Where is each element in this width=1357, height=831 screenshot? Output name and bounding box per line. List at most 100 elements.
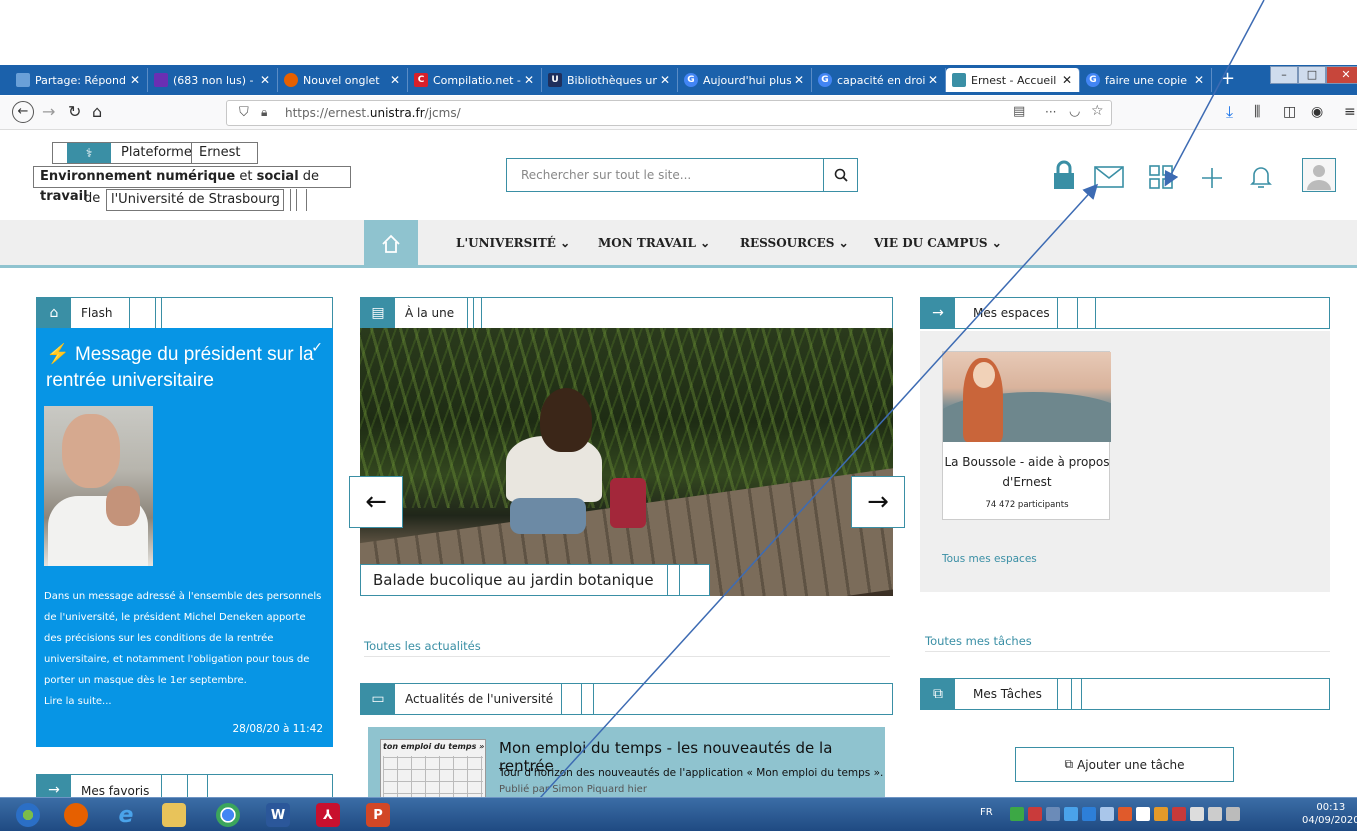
- bell-icon[interactable]: [1250, 164, 1272, 190]
- forward-icon[interactable]: →: [42, 102, 55, 121]
- powerpoint-icon: P: [366, 803, 390, 827]
- une-panel-header: ▤ À la une: [360, 297, 893, 329]
- tab-close-icon[interactable]: ✕: [1191, 73, 1207, 87]
- menu-icon[interactable]: ≡: [1344, 104, 1356, 120]
- avatar[interactable]: [1302, 158, 1336, 192]
- search-input[interactable]: Rechercher sur tout le site...: [521, 168, 691, 182]
- tray-icon[interactable]: [1154, 807, 1168, 821]
- tray-icon[interactable]: [1136, 807, 1150, 821]
- nav-universite[interactable]: L'UNIVERSITÉ ⌄: [456, 236, 570, 250]
- tab-favicon-icon: G: [818, 73, 832, 87]
- account-icon[interactable]: ◉: [1311, 104, 1323, 120]
- search-icon: [834, 168, 848, 182]
- sidebar-icon[interactable]: ◫: [1283, 104, 1296, 120]
- screenshot-root: Partage: Répond ✕ (683 non lus) - pt ✕ N…: [0, 0, 1357, 831]
- library-icon[interactable]: ⫼: [1254, 104, 1260, 120]
- tab-close-icon[interactable]: ✕: [257, 73, 273, 87]
- add-task-button[interactable]: ⧉ Ajouter une tâche: [1015, 747, 1234, 782]
- nav-vie-du-campus[interactable]: VIE DU CAMPUS ⌄: [874, 236, 1002, 250]
- carousel-next-button[interactable]: →: [851, 476, 905, 528]
- tab-close-icon[interactable]: ✕: [791, 73, 807, 87]
- browser-tab[interactable]: G faire une copie d ✕: [1080, 68, 1212, 92]
- reload-icon[interactable]: ↻: [68, 102, 81, 121]
- news-description: Tour d'horizon des nouveautés de l'appli…: [499, 767, 884, 779]
- search-button[interactable]: [823, 159, 857, 191]
- back-icon[interactable]: ←: [12, 101, 34, 123]
- taskbar-powerpoint[interactable]: P: [356, 801, 400, 829]
- taskbar-explorer[interactable]: [152, 801, 196, 829]
- taskbar-ie[interactable]: e: [104, 801, 148, 829]
- tray-icon[interactable]: [1118, 807, 1132, 821]
- taskbar-chrome[interactable]: [206, 801, 250, 829]
- browser-tab-active[interactable]: Ernest - Accueil - ✕: [946, 68, 1080, 92]
- language-indicator[interactable]: FR: [980, 807, 993, 818]
- nav-ressources[interactable]: RESSOURCES ⌄: [740, 236, 849, 250]
- space-card-participants: 74 472 participants: [985, 500, 1069, 510]
- plus-icon[interactable]: [1200, 166, 1224, 190]
- site-search[interactable]: Rechercher sur tout le site...: [506, 158, 858, 192]
- carousel-caption[interactable]: Balade bucolique au jardin botanique: [360, 564, 710, 596]
- all-news-link[interactable]: Toutes les actualités: [364, 639, 481, 653]
- tray-icon[interactable]: [1010, 807, 1024, 821]
- tab-close-icon[interactable]: ✕: [1059, 73, 1075, 87]
- tab-close-icon[interactable]: ✕: [127, 73, 143, 87]
- camera-icon: ⌂: [37, 298, 71, 328]
- tray-icon[interactable]: [1082, 807, 1096, 821]
- logo-platform[interactable]: ⚕ Plateforme Ernest: [52, 142, 258, 164]
- nav-mon-travail[interactable]: MON TRAVAIL ⌄: [598, 236, 710, 250]
- word-icon: W: [266, 803, 290, 827]
- apps-grid-icon[interactable]: [1148, 164, 1174, 190]
- flash-title[interactable]: ⚡ Message du président sur la rentrée un…: [46, 342, 316, 394]
- start-button[interactable]: [6, 801, 50, 829]
- home-icon[interactable]: ⌂: [92, 102, 102, 121]
- taskbar-firefox[interactable]: [54, 801, 98, 829]
- tab-close-icon[interactable]: ✕: [925, 73, 941, 87]
- page-actions-icon[interactable]: ···: [1045, 105, 1056, 119]
- flash-card[interactable]: ⚡ Message du président sur la rentrée un…: [36, 328, 333, 747]
- read-more-link[interactable]: Lire la suite...: [44, 696, 112, 707]
- news-item[interactable]: ton emploi du temps » Mon emploi du temp…: [368, 727, 885, 807]
- tray-icon[interactable]: [1064, 807, 1078, 821]
- taskbar-acrobat[interactable]: ⅄: [306, 801, 350, 829]
- tab-close-icon[interactable]: ✕: [387, 73, 403, 87]
- space-card-image: [943, 352, 1111, 442]
- window-controls: – □ ✕: [1270, 66, 1357, 84]
- browser-tab[interactable]: (683 non lus) - pt ✕: [148, 68, 278, 92]
- space-card[interactable]: La Boussole - aide à propos d'Ernest 74 …: [942, 351, 1111, 520]
- browser-tab[interactable]: C Compilatio.net - ✕: [408, 68, 542, 92]
- tray-icon[interactable]: [1028, 807, 1042, 821]
- carousel-image[interactable]: [360, 328, 893, 596]
- home-button[interactable]: [364, 220, 418, 268]
- browser-tab[interactable]: Nouvel onglet ✕: [278, 68, 408, 92]
- pocket-icon[interactable]: ◡: [1069, 104, 1080, 119]
- all-tasks-link[interactable]: Toutes mes tâches: [925, 634, 1032, 648]
- download-icon[interactable]: ⤓: [1226, 102, 1233, 122]
- tray-icon[interactable]: [1100, 807, 1114, 821]
- minimize-icon[interactable]: –: [1270, 66, 1298, 84]
- bookmark-star-icon[interactable]: ☆: [1091, 103, 1104, 119]
- tab-close-icon[interactable]: ✕: [521, 73, 537, 87]
- check-icon[interactable]: ✓: [311, 340, 323, 356]
- all-spaces-link[interactable]: Tous mes espaces: [942, 553, 1037, 565]
- url-bar[interactable]: ⛉ 🔒︎ https://ernest.unistra.fr/jcms/ ▤ ·…: [226, 100, 1112, 126]
- lock-icon[interactable]: [1052, 160, 1076, 190]
- tab-close-icon[interactable]: ✕: [657, 73, 673, 87]
- carousel-prev-button[interactable]: ←: [349, 476, 403, 528]
- new-tab-button[interactable]: +: [1220, 68, 1235, 89]
- reader-view-icon[interactable]: ▤: [1013, 104, 1025, 119]
- system-clock[interactable]: 00:13 04/09/2020: [1302, 801, 1357, 827]
- browser-tab[interactable]: Partage: Répond ✕: [10, 68, 148, 92]
- network-icon[interactable]: [1208, 807, 1222, 821]
- maximize-icon[interactable]: □: [1298, 66, 1326, 84]
- browser-tab[interactable]: G Aujourd'hui plus ✕: [678, 68, 812, 92]
- tray-icon[interactable]: [1046, 807, 1060, 821]
- close-window-icon[interactable]: ✕: [1326, 66, 1357, 84]
- tray-icon[interactable]: [1172, 807, 1186, 821]
- mail-icon[interactable]: [1094, 166, 1124, 188]
- browser-tab[interactable]: G capacité en droit ✕: [812, 68, 946, 92]
- browser-tab[interactable]: U Bibliothèques un ✕: [542, 68, 678, 92]
- volume-icon[interactable]: [1190, 807, 1204, 821]
- space-card-title[interactable]: La Boussole - aide à propos d'Ernest: [943, 452, 1111, 492]
- signal-icon[interactable]: [1226, 807, 1240, 821]
- taskbar-word[interactable]: W: [256, 801, 300, 829]
